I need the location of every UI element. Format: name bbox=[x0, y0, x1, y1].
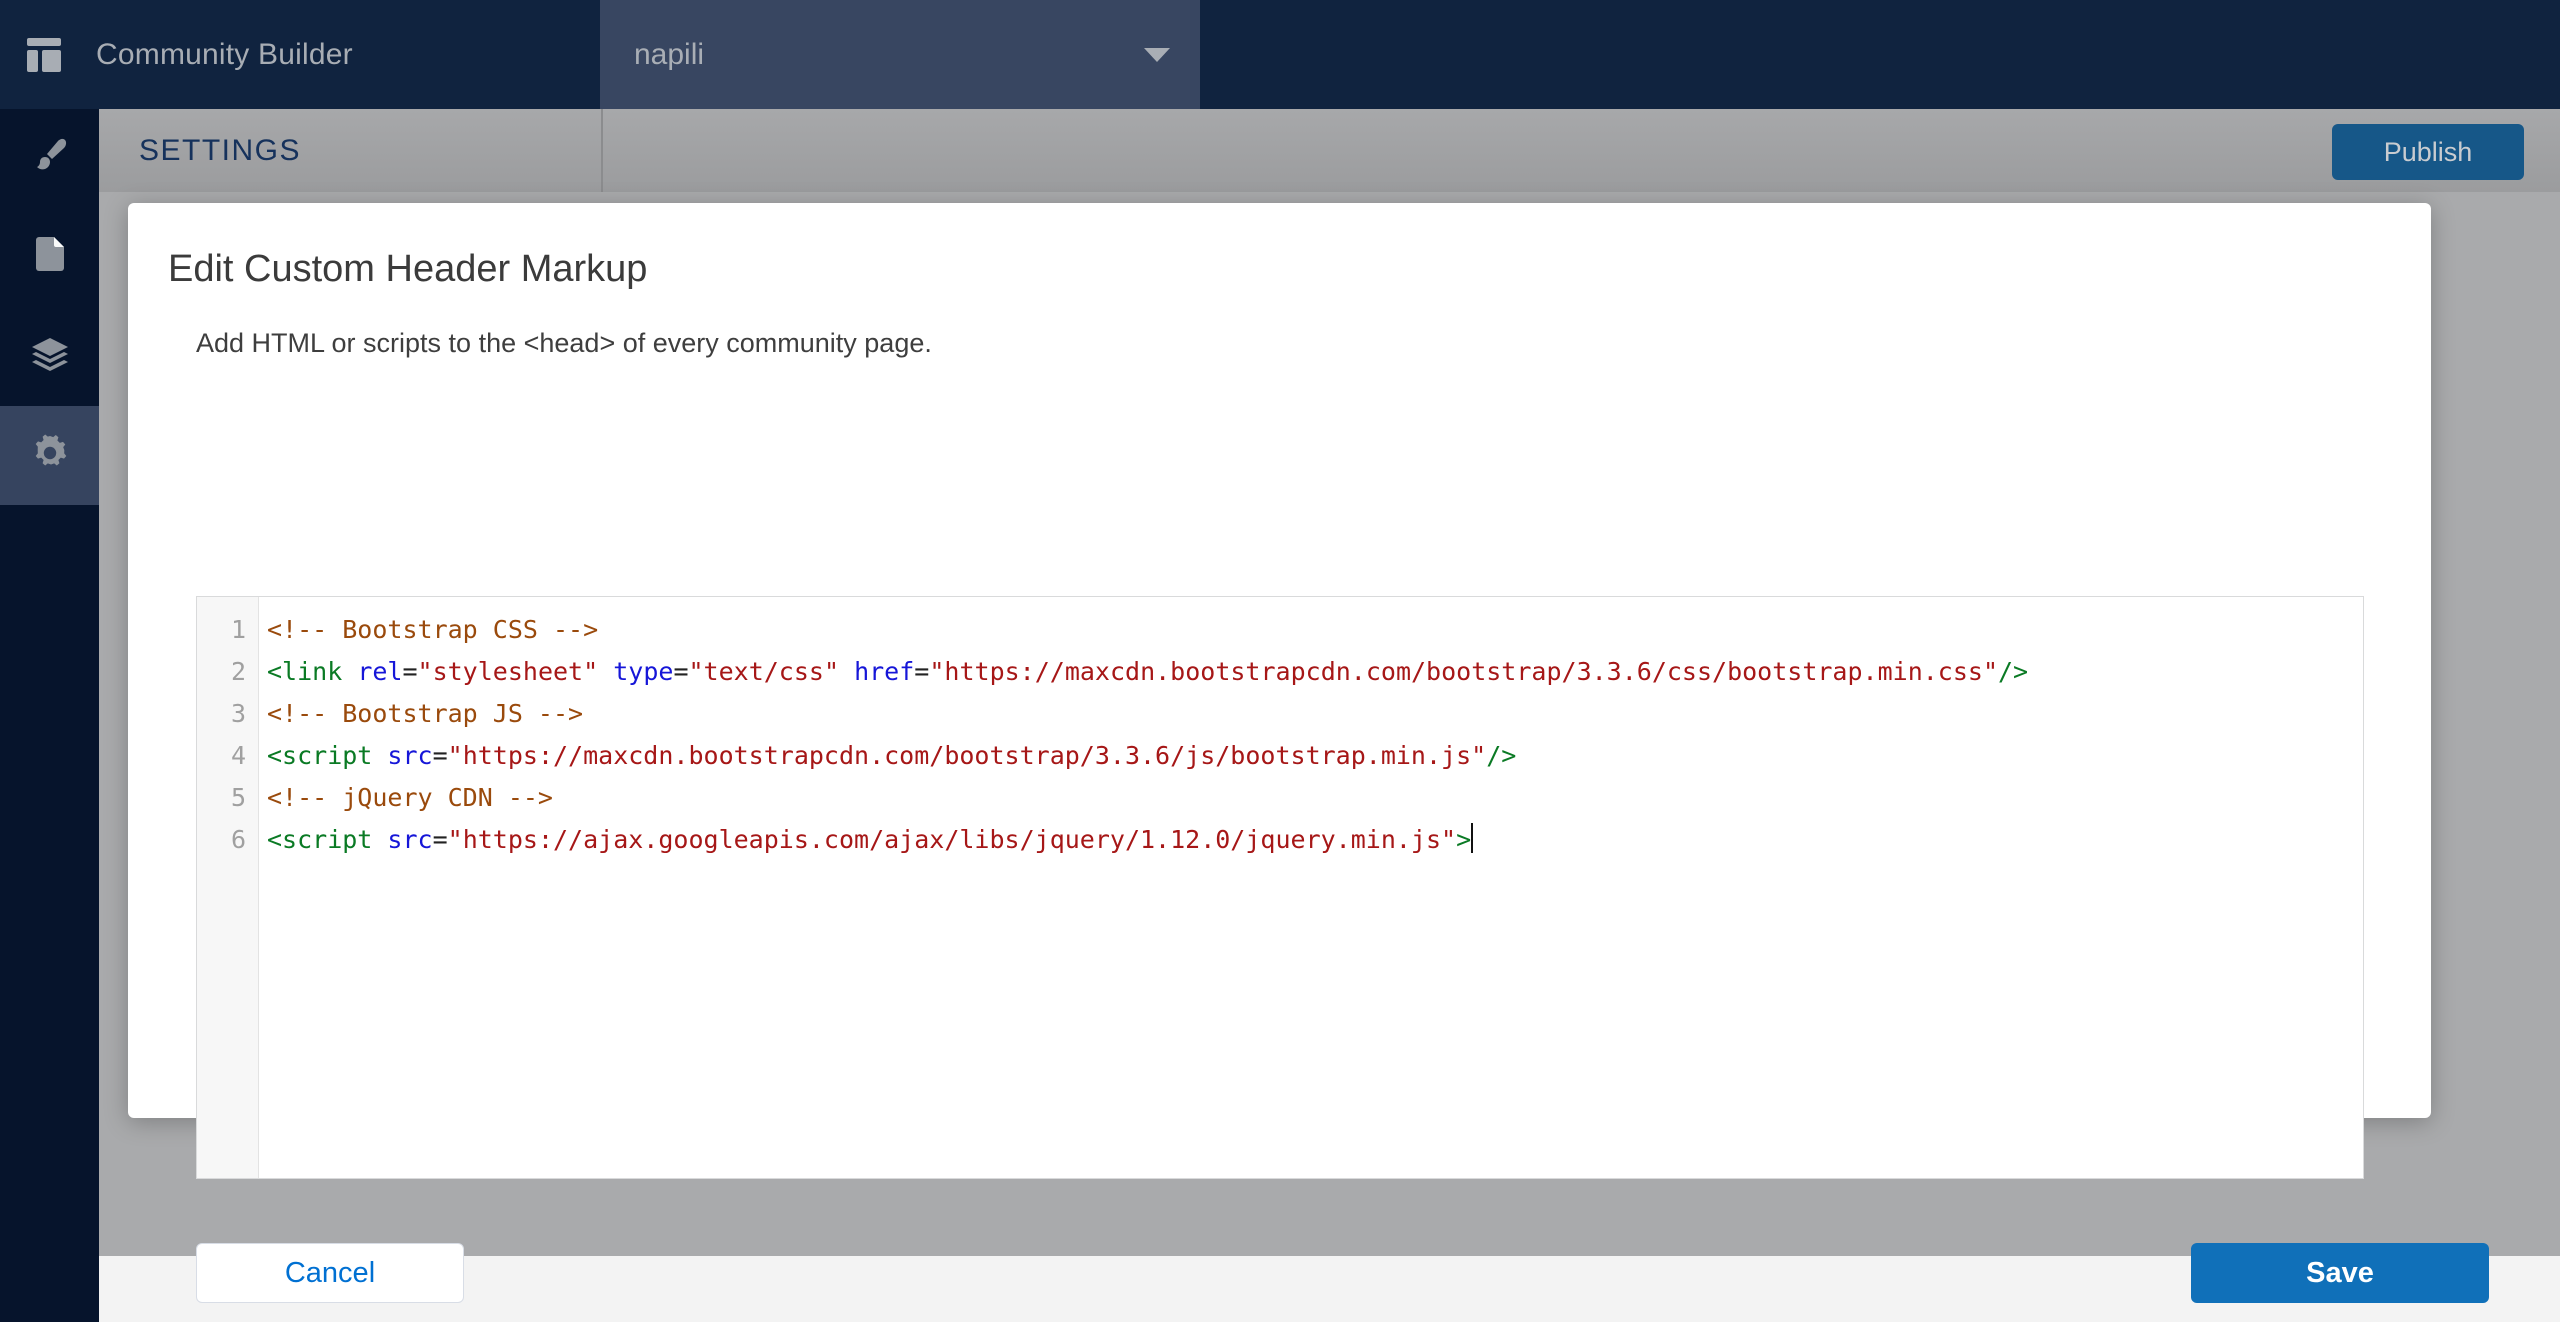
code-token-tag: <link bbox=[267, 657, 358, 686]
top-bar: Community Builder napili bbox=[0, 0, 2560, 109]
code-line: <!-- Bootstrap JS --> bbox=[267, 693, 2363, 735]
code-editor-gutter: 1 2 3 4 5 6 bbox=[197, 597, 259, 1178]
code-token-tag: <script bbox=[267, 741, 388, 770]
code-line: <link rel="stylesheet" type="text/css" h… bbox=[267, 651, 2363, 693]
code-token-str: "https://ajax.googleapis.com/ajax/libs/j… bbox=[447, 825, 1457, 854]
code-line: <script src="https://maxcdn.bootstrapcdn… bbox=[267, 735, 2363, 777]
community-builder-logo-icon bbox=[22, 33, 66, 77]
cancel-button[interactable]: Cancel bbox=[196, 1243, 464, 1303]
edit-custom-header-markup-modal: Edit Custom Header Markup Add HTML or sc… bbox=[128, 203, 2489, 1303]
code-token-str: "https://maxcdn.bootstrapcdn.com/bootstr… bbox=[929, 657, 1998, 686]
code-token-punct bbox=[598, 657, 613, 686]
code-token-punct: = bbox=[432, 825, 448, 854]
code-token-comment: <!-- Bootstrap JS --> bbox=[267, 699, 584, 728]
layers-icon bbox=[27, 331, 73, 382]
code-token-attr: type bbox=[613, 657, 674, 686]
gear-icon bbox=[27, 430, 73, 481]
code-line: <!-- jQuery CDN --> bbox=[267, 777, 2363, 819]
code-token-comment: <!-- Bootstrap CSS --> bbox=[267, 615, 599, 644]
chevron-down-icon bbox=[1144, 47, 1170, 62]
code-token-tag: > bbox=[1456, 825, 1472, 854]
code-token-punct: = bbox=[432, 741, 448, 770]
code-token-tag: /> bbox=[1998, 657, 2029, 686]
line-number: 1 bbox=[230, 615, 246, 644]
sidebar-item-components[interactable] bbox=[0, 307, 99, 406]
code-token-attr: src bbox=[387, 825, 433, 854]
code-editor[interactable]: 123456 <!-- Bootstrap CSS --> <link rel="… bbox=[196, 596, 2364, 1179]
code-token-tag: <script bbox=[267, 825, 388, 854]
sidebar-item-pages[interactable] bbox=[0, 208, 99, 307]
code-line: <script src="https://ajax.googleapis.com… bbox=[267, 819, 2363, 861]
code-token-attr: href bbox=[854, 657, 915, 686]
line-number: 5 bbox=[230, 783, 246, 812]
line-number: 2 bbox=[230, 657, 246, 686]
code-token-punct: = bbox=[673, 657, 689, 686]
modal-title: Edit Custom Header Markup bbox=[168, 248, 648, 290]
code-token-attr: rel bbox=[357, 657, 403, 686]
code-token-str: "stylesheet" bbox=[417, 657, 599, 686]
left-rail bbox=[0, 109, 99, 1322]
code-token-str: "text/css" bbox=[688, 657, 840, 686]
brand: Community Builder bbox=[0, 0, 600, 109]
modal-subtitle: Add HTML or scripts to the <head> of eve… bbox=[196, 328, 932, 358]
sidebar-item-theme[interactable] bbox=[0, 109, 99, 208]
site-selector-value: napili bbox=[634, 37, 705, 71]
code-token-comment: <!-- jQuery CDN --> bbox=[267, 783, 553, 812]
line-number: 4 bbox=[230, 741, 246, 770]
community-builder-app: Community Builder napili SETTINGS Publis… bbox=[0, 0, 2560, 1322]
code-editor-textarea[interactable]: <!-- Bootstrap CSS --> <link rel="stylesh… bbox=[259, 597, 2363, 1178]
site-selector[interactable]: napili bbox=[600, 0, 1200, 109]
settings-bar: SETTINGS Publish bbox=[99, 109, 2560, 192]
brand-title: Community Builder bbox=[96, 37, 353, 71]
line-number: 6 bbox=[230, 825, 246, 854]
line-number: 3 bbox=[230, 699, 246, 728]
code-token-attr: src bbox=[387, 741, 433, 770]
paintbrush-icon bbox=[27, 133, 73, 184]
page-icon bbox=[27, 232, 73, 283]
settings-bar-divider bbox=[601, 109, 603, 192]
code-line: <!-- Bootstrap CSS --> bbox=[267, 609, 2363, 651]
code-token-punct bbox=[839, 657, 854, 686]
code-token-punct: = bbox=[402, 657, 418, 686]
sidebar-item-settings[interactable] bbox=[0, 406, 99, 505]
code-token-tag: /> bbox=[1486, 741, 1517, 770]
publish-button[interactable]: Publish bbox=[2332, 124, 2524, 180]
code-token-str: "https://maxcdn.bootstrapcdn.com/bootstr… bbox=[447, 741, 1487, 770]
page-title: SETTINGS bbox=[139, 133, 302, 167]
text-cursor bbox=[1471, 823, 1474, 853]
save-button[interactable]: Save bbox=[2191, 1243, 2489, 1303]
code-token-punct: = bbox=[914, 657, 930, 686]
